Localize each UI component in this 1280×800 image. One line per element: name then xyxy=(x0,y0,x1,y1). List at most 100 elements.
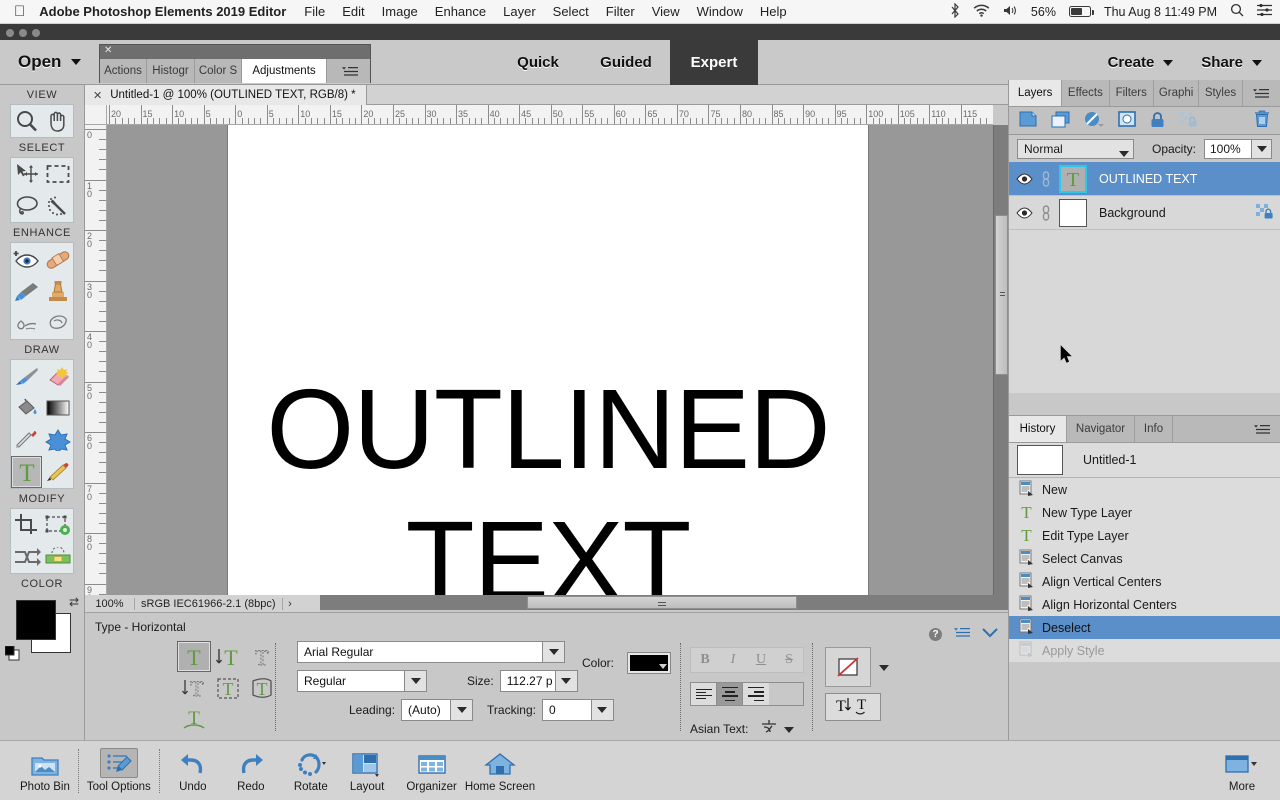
brush-tool[interactable] xyxy=(11,360,42,392)
asian-text-icon[interactable] xyxy=(760,719,778,738)
create-button[interactable]: Create xyxy=(1108,54,1174,71)
wifi-icon[interactable] xyxy=(973,4,990,20)
menu-select[interactable]: Select xyxy=(553,4,589,19)
gradient-tool[interactable] xyxy=(42,392,73,424)
zoom-tool[interactable] xyxy=(11,105,42,137)
new-layer-icon[interactable] xyxy=(1019,111,1037,130)
layout-button[interactable]: Layout xyxy=(350,748,384,793)
content-aware-move-tool[interactable] xyxy=(11,541,42,573)
adjustment-layer-icon[interactable] xyxy=(1084,111,1104,131)
window-controls[interactable] xyxy=(6,29,40,37)
history-snapshot-row[interactable]: Untitled-1 xyxy=(1009,443,1280,478)
red-eye-removal-tool[interactable] xyxy=(11,243,42,275)
history-item-dimmed[interactable]: Apply Style xyxy=(1009,639,1280,662)
vertical-type-mask-tool[interactable]: T xyxy=(177,672,211,703)
layer-visibility-icon[interactable] xyxy=(1015,206,1033,219)
blend-mode-select[interactable]: Normal xyxy=(1017,138,1134,160)
chevron-down-icon[interactable] xyxy=(71,59,82,65)
tab-expert[interactable]: Expert xyxy=(670,40,758,85)
color-picker-tool[interactable] xyxy=(11,424,42,456)
layer-row-outlined-text[interactable]: T OUTLINED TEXT xyxy=(1009,162,1280,196)
more-button[interactable]: More xyxy=(1224,748,1260,793)
chevron-down-icon[interactable] xyxy=(784,722,795,736)
lock-icon[interactable] xyxy=(1150,111,1165,131)
chevron-down-icon[interactable] xyxy=(542,642,564,662)
menu-image[interactable]: Image xyxy=(382,4,418,19)
ruler-corner[interactable] xyxy=(85,105,107,125)
control-center-icon[interactable] xyxy=(1257,3,1272,19)
horizontal-type-mask-tool[interactable]: T xyxy=(245,641,279,672)
canvas-document[interactable]: OUTLINED TEXT xyxy=(228,125,868,595)
history-item[interactable]: T New Type Layer xyxy=(1009,501,1280,524)
tab-effects[interactable]: Effects xyxy=(1062,80,1110,106)
menu-filter[interactable]: Filter xyxy=(606,4,635,19)
share-button[interactable]: Share xyxy=(1201,54,1262,71)
opacity-value[interactable]: 100% xyxy=(1204,138,1252,159)
chevron-down-icon[interactable] xyxy=(1163,59,1174,66)
tab-actions[interactable]: Actions xyxy=(100,59,147,83)
volume-icon[interactable] xyxy=(1003,4,1018,20)
clone-stamp-tool[interactable] xyxy=(42,275,73,307)
close-window-button[interactable] xyxy=(6,29,14,37)
duplicate-layer-icon[interactable] xyxy=(1051,111,1070,131)
panel-menu-icon[interactable] xyxy=(1243,416,1280,442)
chevron-down-icon[interactable] xyxy=(590,700,613,720)
vertical-scroll-thumb[interactable] xyxy=(995,215,1008,375)
history-item-selected[interactable]: Deselect xyxy=(1009,616,1280,639)
vertical-ruler[interactable]: 0 10 20 30 40 50 60 70 80 90 xyxy=(85,125,107,595)
tab-navigator[interactable]: Navigator xyxy=(1067,416,1135,442)
tab-layers[interactable]: Layers xyxy=(1009,80,1063,106)
organizer-button[interactable]: Organizer xyxy=(406,748,457,793)
search-icon[interactable] xyxy=(1230,3,1244,20)
chevron-down-icon[interactable] xyxy=(450,700,473,720)
hand-tool[interactable] xyxy=(42,105,73,137)
adjustments-floating-palette[interactable]: ✕ Actions Histogr Color S Adjustments xyxy=(99,44,371,83)
tab-color-swatches[interactable]: Color S xyxy=(195,59,242,83)
menu-edit[interactable]: Edit xyxy=(342,4,364,19)
rotate-button[interactable]: Rotate xyxy=(294,748,328,793)
layer-link-icon[interactable] xyxy=(1039,170,1053,187)
text-on-selection-tool[interactable]: T xyxy=(211,672,245,703)
bluetooth-icon[interactable] xyxy=(951,2,960,21)
chevron-down-icon[interactable] xyxy=(1118,146,1129,160)
move-tool[interactable] xyxy=(11,158,42,190)
tab-history[interactable]: History xyxy=(1009,416,1067,442)
text-color-swatch[interactable] xyxy=(627,652,672,674)
history-item[interactable]: Align Horizontal Centers xyxy=(1009,593,1280,616)
battery-icon[interactable] xyxy=(1068,6,1094,17)
align-left-button[interactable] xyxy=(691,683,717,705)
layer-thumbnail[interactable]: T xyxy=(1059,164,1087,193)
tab-info[interactable]: Info xyxy=(1135,416,1173,442)
recompose-tool[interactable] xyxy=(42,509,73,541)
tab-quick[interactable]: Quick xyxy=(494,40,582,85)
pencil-tool[interactable] xyxy=(42,456,73,488)
history-item[interactable]: Align Vertical Centers xyxy=(1009,570,1280,593)
horizontal-scroll-thumb[interactable] xyxy=(527,596,797,609)
menu-layer[interactable]: Layer xyxy=(503,4,536,19)
layer-row-background[interactable]: Background xyxy=(1009,196,1280,230)
minimize-window-button[interactable] xyxy=(19,29,27,37)
layers-empty-area[interactable] xyxy=(1009,230,1280,393)
spot-healing-brush-tool[interactable] xyxy=(42,243,73,275)
foreground-color-swatch[interactable] xyxy=(16,600,56,640)
close-icon[interactable]: ✕ xyxy=(104,46,112,56)
tab-adjustments[interactable]: Adjustments xyxy=(242,59,327,83)
layer-thumbnail[interactable] xyxy=(1059,198,1087,227)
history-item[interactable]: T Edit Type Layer xyxy=(1009,524,1280,547)
zoom-window-button[interactable] xyxy=(32,29,40,37)
swap-colors-icon[interactable]: ⇄ xyxy=(69,595,79,609)
chevron-down-icon[interactable] xyxy=(1252,138,1272,159)
warp-text-none-icon[interactable] xyxy=(825,647,871,687)
apple-icon[interactable]:  xyxy=(14,4,25,19)
rectangular-marquee-tool[interactable] xyxy=(42,158,73,190)
lasso-tool[interactable] xyxy=(11,190,42,222)
vertical-type-tool[interactable]: T xyxy=(211,641,245,672)
horizontal-type-tool[interactable]: T xyxy=(177,641,211,672)
panel-menu-icon[interactable] xyxy=(954,627,970,641)
document-tab[interactable]: ✕ Untitled-1 @ 100% (OUTLINED TEXT, RGB/… xyxy=(85,85,367,105)
undo-button[interactable]: Undo xyxy=(178,748,208,793)
menu-window[interactable]: Window xyxy=(697,4,743,19)
layer-link-icon[interactable] xyxy=(1039,204,1053,221)
chevron-right-icon[interactable]: › xyxy=(283,598,298,610)
underline-button[interactable]: U xyxy=(747,648,775,672)
